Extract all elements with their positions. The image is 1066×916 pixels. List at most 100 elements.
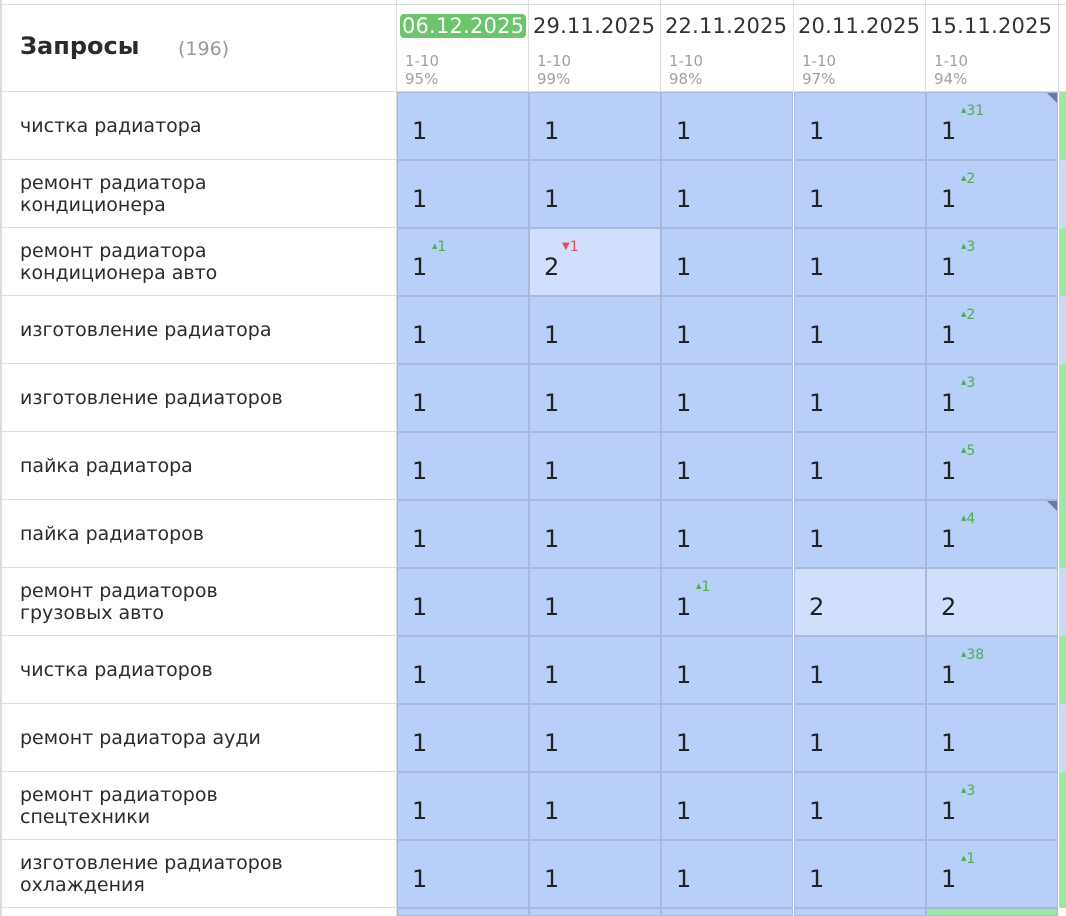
next-column-edge [1059, 160, 1066, 228]
position-cell[interactable]: 1 [529, 432, 661, 500]
position-cell[interactable]: 1 [397, 772, 529, 840]
position-cell[interactable]: 2 ▼1 [529, 228, 661, 296]
position-cell[interactable]: 1 [794, 296, 926, 364]
position-cell[interactable]: 1 ▲1 [661, 568, 793, 636]
query-label[interactable]: ремонт радиатора ауди [20, 727, 261, 749]
position-cell[interactable]: 1 [794, 840, 926, 908]
position-cell[interactable]: 1 [529, 636, 661, 704]
position-cell[interactable]: 1 [926, 704, 1058, 772]
query-label[interactable]: ремонт радиаторов спецтехники [20, 784, 218, 828]
position-cell[interactable]: 1 [397, 840, 529, 908]
position-cell[interactable]: 1 ▲3 [926, 364, 1058, 432]
position-cell[interactable]: 1 [661, 500, 793, 568]
position-cell[interactable]: 1 ▲38 [926, 636, 1058, 704]
position-cell[interactable]: 1 [661, 364, 793, 432]
position-cell[interactable]: 1 [661, 704, 793, 772]
position-cell[interactable]: 1 [661, 92, 793, 160]
position-cell[interactable]: 1 ▲5 [926, 432, 1058, 500]
table-left-border [0, 0, 2, 916]
queries-header-title[interactable]: Запросы [20, 32, 139, 60]
position-change: ▲2 [961, 307, 975, 323]
position-cell[interactable]: 1 [794, 160, 926, 228]
position-cell[interactable]: 1 ▲1 [926, 840, 1058, 908]
position-cell[interactable]: 1 [529, 772, 661, 840]
column-date[interactable]: 29.11.2025 [533, 14, 655, 38]
position-value: 1 [809, 185, 825, 213]
column-visibility-pct: 97% [802, 70, 836, 88]
partial-position-cell [661, 908, 793, 916]
position-cell[interactable]: 1 ▲3 [926, 772, 1058, 840]
position-cell[interactable]: 1 [529, 500, 661, 568]
position-cell[interactable]: 1 ▲2 [926, 296, 1058, 364]
position-cell[interactable]: 1 [397, 568, 529, 636]
position-cell[interactable]: 1 [397, 364, 529, 432]
position-cell[interactable]: 1 [397, 92, 529, 160]
position-cell[interactable]: 1 [794, 364, 926, 432]
column-header-2[interactable]: 22.11.2025 1-10 98% [661, 0, 793, 92]
query-label[interactable]: чистка радиаторов [20, 659, 213, 681]
position-cell[interactable]: 1 ▲4 [926, 500, 1058, 568]
position-value: 1 [941, 865, 957, 893]
position-cell[interactable]: 2 [926, 568, 1058, 636]
query-label[interactable]: ремонт радиатора кондиционера [20, 172, 206, 216]
position-cell[interactable]: 1 [661, 636, 793, 704]
column-header-0[interactable]: 06.12.2025 1-10 95% [397, 0, 529, 92]
position-cell[interactable]: 1 [794, 636, 926, 704]
position-cell[interactable]: 1 [397, 704, 529, 772]
query-label[interactable]: пайка радиаторов [20, 523, 204, 545]
query-label[interactable]: ремонт радиаторов грузовых авто [20, 580, 218, 624]
position-cell[interactable]: 2 [794, 568, 926, 636]
position-cell[interactable]: 1 [397, 500, 529, 568]
column-date[interactable]: 22.11.2025 [665, 14, 787, 38]
position-cell[interactable]: 1 [794, 228, 926, 296]
position-cell[interactable]: 1 [529, 92, 661, 160]
column-date[interactable]: 20.11.2025 [798, 14, 920, 38]
query-label[interactable]: пайка радиатора [20, 455, 193, 477]
position-cell[interactable]: 1 [397, 160, 529, 228]
position-cell[interactable]: 1 [397, 432, 529, 500]
position-cell[interactable]: 1 [529, 364, 661, 432]
position-cell[interactable]: 1 ▲31 [926, 92, 1058, 160]
position-cell[interactable]: 1 [794, 500, 926, 568]
note-corner-icon[interactable] [1047, 93, 1057, 103]
query-label[interactable]: чистка радиатора [20, 115, 201, 137]
position-cell[interactable]: 1 ▲2 [926, 160, 1058, 228]
position-cell[interactable]: 1 [397, 296, 529, 364]
position-cell[interactable]: 1 [794, 92, 926, 160]
position-cell[interactable]: 1 [794, 704, 926, 772]
query-label[interactable]: ремонт радиатора кондиционера авто [20, 240, 217, 284]
position-cell[interactable]: 1 [794, 432, 926, 500]
position-cell[interactable]: 1 [397, 636, 529, 704]
query-label[interactable]: изготовление радиатора [20, 319, 272, 341]
column-header-3[interactable]: 20.11.2025 1-10 97% [794, 0, 926, 92]
position-cell[interactable]: 1 [529, 568, 661, 636]
position-cell[interactable]: 1 [529, 160, 661, 228]
position-cell[interactable]: 1 [661, 228, 793, 296]
column-date[interactable]: 15.11.2025 [930, 14, 1052, 38]
position-cell[interactable]: 1 [661, 432, 793, 500]
position-cell[interactable]: 1 [529, 840, 661, 908]
column-header-4[interactable]: 15.11.2025 1-10 94% [926, 0, 1058, 92]
position-change: ▲1 [432, 239, 446, 255]
position-change: ▲5 [961, 443, 975, 459]
note-corner-icon[interactable] [1047, 501, 1057, 511]
position-cell[interactable]: 1 [529, 296, 661, 364]
query-label[interactable]: изготовление радиаторов охлаждения [20, 852, 283, 896]
position-cell[interactable]: 1 ▲3 [926, 228, 1058, 296]
column-date[interactable]: 06.12.2025 [400, 14, 527, 38]
position-cell[interactable]: 1 [661, 772, 793, 840]
column-header-1[interactable]: 29.11.2025 1-10 99% [529, 0, 661, 92]
query-label[interactable]: изготовление радиаторов [20, 387, 283, 409]
position-value: 1 [941, 729, 957, 757]
position-cell[interactable]: 1 [661, 296, 793, 364]
position-cell[interactable]: 1 [794, 772, 926, 840]
position-value: 1 [941, 253, 957, 281]
position-cell[interactable]: 1 [661, 840, 793, 908]
position-cell[interactable]: 1 ▲1 [397, 228, 529, 296]
next-column-edge [1059, 772, 1066, 840]
position-cell[interactable]: 1 [661, 160, 793, 228]
position-value: 1 [941, 389, 957, 417]
query-label-line: кондиционера авто [20, 262, 218, 284]
position-cell[interactable]: 1 [529, 704, 661, 772]
next-column-edge [1059, 296, 1066, 364]
